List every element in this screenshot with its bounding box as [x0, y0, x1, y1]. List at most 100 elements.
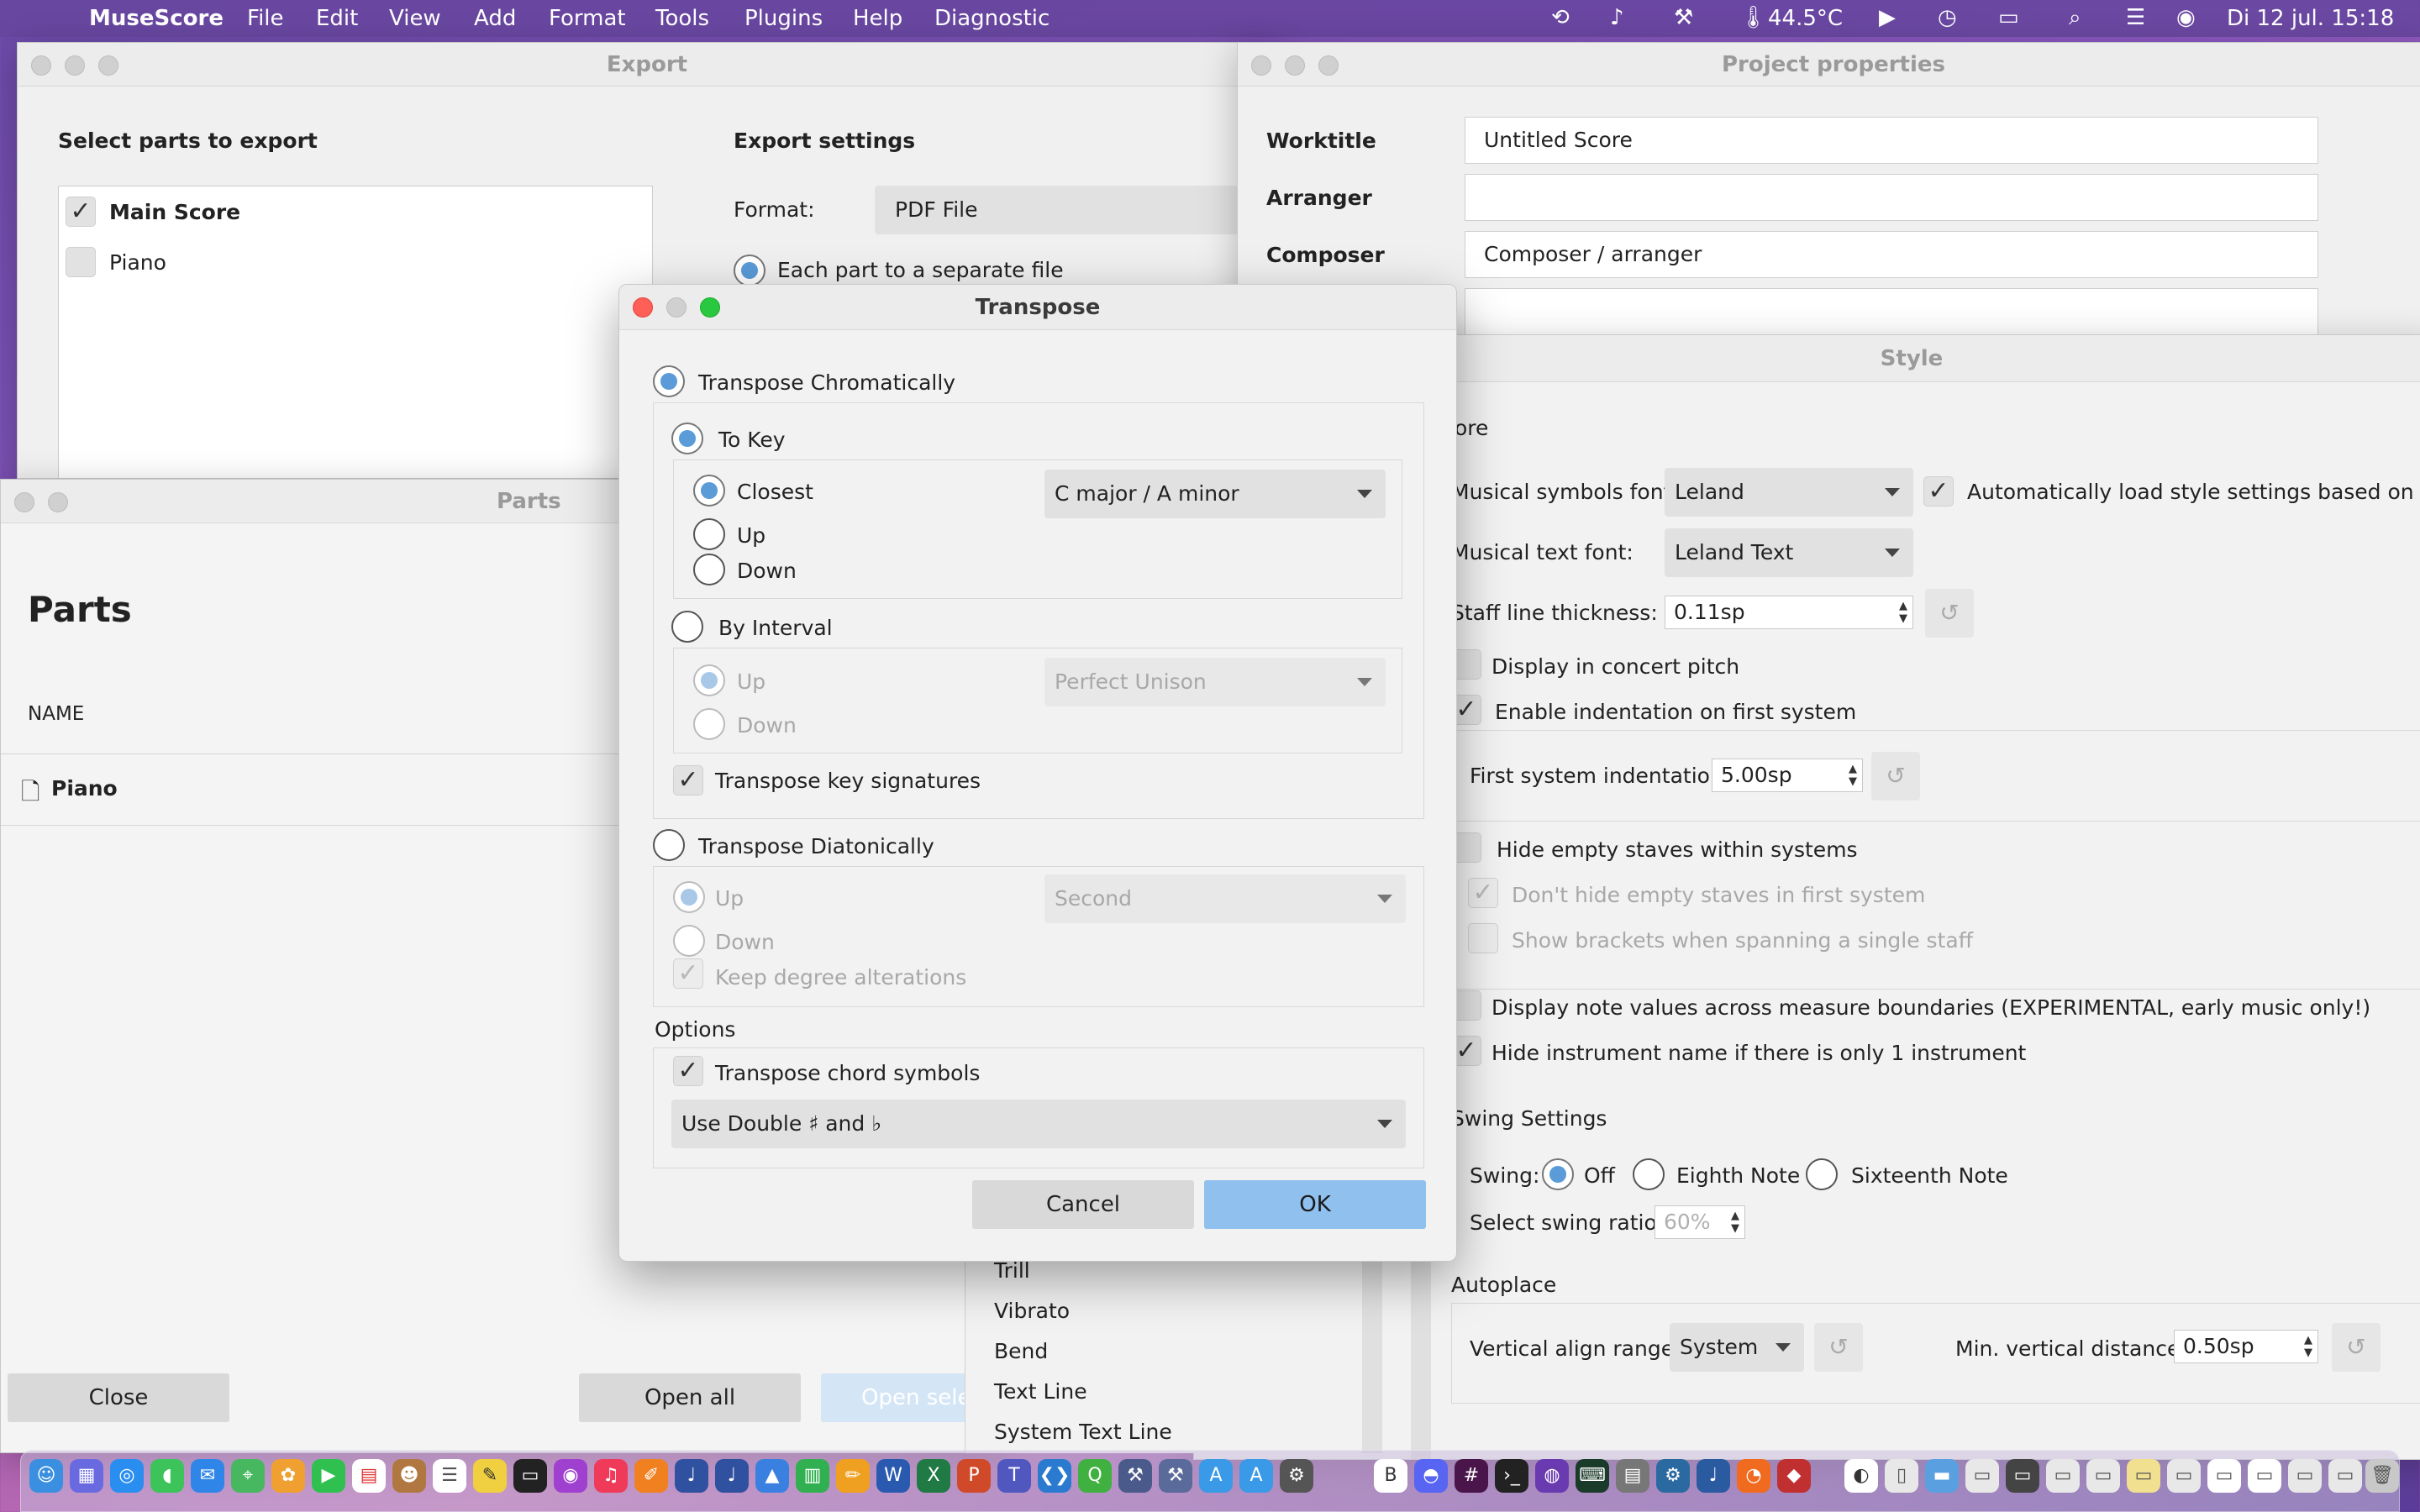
indentation-label[interactable]: Enable indentation on first system [1495, 700, 1856, 724]
maps-icon[interactable]: ⌖ [231, 1459, 265, 1493]
separate-file-radio[interactable] [734, 255, 765, 286]
list-scrollbar[interactable] [1362, 1252, 1382, 1453]
mail-icon[interactable]: ✉ [191, 1459, 224, 1493]
close-window-button[interactable] [1251, 55, 1271, 76]
reset-icon[interactable]: ↺ [2332, 1323, 2381, 1372]
arranger-field[interactable] [1465, 174, 2318, 221]
list-item[interactable]: Text Line [994, 1379, 1087, 1404]
cancel-button[interactable]: Cancel [972, 1180, 1194, 1229]
dont-hide-checkbox[interactable]: ✓ [1468, 878, 1498, 908]
keep-degree-label[interactable]: Keep degree alterations [715, 965, 966, 990]
backup-status-icon[interactable]: ⟲ [1551, 5, 1570, 30]
play-icon[interactable]: ▶ [1879, 5, 1896, 30]
reset-icon[interactable]: ↺ [1925, 589, 1974, 638]
app-store-alt-icon[interactable]: A [1239, 1459, 1273, 1493]
battery-icon[interactable]: ▭ [1998, 5, 2019, 30]
musescore-icon[interactable]: ♩ [675, 1459, 708, 1493]
window-thumbnail-icon[interactable]: ▭ [2328, 1459, 2362, 1493]
github-desktop-icon[interactable]: ◍ [1535, 1459, 1569, 1493]
menu-help[interactable]: Help [853, 6, 902, 31]
minimize-window-button[interactable] [48, 492, 68, 512]
photos-icon[interactable]: ✿ [271, 1459, 305, 1493]
console-icon[interactable]: ⌨ [1576, 1459, 1609, 1493]
list-item[interactable]: System Text Line [994, 1420, 1172, 1444]
hide-instrument-label[interactable]: Hide instrument name if there is only 1 … [1491, 1041, 2026, 1065]
keep-degree-checkbox[interactable]: ✓ [673, 958, 703, 989]
to-key-label[interactable]: To Key [718, 428, 786, 452]
tools-icon[interactable]: ⚒ [1674, 5, 1693, 30]
stepper-icon[interactable]: ▲ ▼ [1899, 600, 1907, 625]
piano-checkbox[interactable] [66, 247, 96, 277]
chromatic-label[interactable]: Transpose Chromatically [698, 370, 955, 395]
first-indentation-input[interactable]: 5.00sp ▲ ▼ [1712, 759, 1863, 792]
ok-button[interactable]: OK [1204, 1180, 1426, 1229]
swing-off-label[interactable]: Off [1584, 1163, 1615, 1188]
calendar-icon[interactable]: ▤ [352, 1459, 386, 1493]
part-name[interactable]: Piano [51, 776, 118, 801]
diatonic-up-radio[interactable] [673, 881, 705, 913]
musescore-alt-icon[interactable]: ♩ [715, 1459, 749, 1493]
swing-sixteenth-label[interactable]: Sixteenth Note [1851, 1163, 2008, 1188]
diatonic-label[interactable]: Transpose Diatonically [698, 834, 934, 858]
github-icon[interactable]: ◐ [1844, 1459, 1878, 1493]
window-thumbnail-icon[interactable]: ▭ [2248, 1459, 2281, 1493]
swing-sixteenth-radio[interactable] [1806, 1158, 1838, 1190]
swing-eighth-label[interactable]: Eighth Note [1676, 1163, 1800, 1188]
xcode-icon[interactable]: ⚒ [1118, 1459, 1152, 1493]
interval-up-radio[interactable] [693, 664, 725, 696]
list-item[interactable]: Vibrato [994, 1299, 1070, 1323]
notes-icon[interactable]: ✎ [473, 1459, 507, 1493]
diatonic-radio[interactable] [653, 829, 685, 861]
firefox-icon[interactable]: ◔ [1737, 1459, 1770, 1493]
terminal-icon[interactable]: ›_ [1495, 1459, 1528, 1493]
key-down-label[interactable]: Down [737, 559, 797, 583]
auto-load-checkbox[interactable]: ✓ [1923, 476, 1954, 507]
staff-line-thickness-input[interactable]: 0.11sp ▲ ▼ [1665, 596, 1913, 629]
thermometer-icon[interactable]: 🌡 [1739, 5, 1767, 30]
window-thumbnail-icon[interactable]: ▭ [2167, 1459, 2201, 1493]
chord-symbols-checkbox[interactable]: ✓ [673, 1056, 703, 1086]
hide-empty-label[interactable]: Hide empty staves within systems [1497, 837, 1858, 862]
key-signatures-checkbox[interactable]: ✓ [673, 765, 703, 795]
list-item[interactable]: Bend [994, 1339, 1048, 1363]
gear-icon[interactable]: ⚙ [1656, 1459, 1690, 1493]
zoom-window-button[interactable] [700, 297, 720, 318]
musescore-dev-icon[interactable]: ♩ [1697, 1459, 1730, 1493]
swing-eighth-radio[interactable] [1633, 1158, 1665, 1190]
main-score-label[interactable]: Main Score [109, 200, 240, 224]
show-brackets-label[interactable]: Show brackets when spanning a single sta… [1512, 928, 1973, 953]
app-menu[interactable]: MuseScore [89, 6, 224, 31]
diatonic-down-label[interactable]: Down [715, 930, 775, 954]
closest-label[interactable]: Closest [737, 480, 813, 504]
diatonic-down-radio[interactable] [673, 925, 705, 957]
key-signatures-label[interactable]: Transpose key signatures [715, 769, 981, 793]
document-icon[interactable]: ▯ [1885, 1459, 1918, 1493]
min-vertical-input[interactable]: 0.50sp ▲ ▼ [2174, 1330, 2318, 1363]
close-window-button[interactable] [31, 55, 51, 76]
by-interval-label[interactable]: By Interval [718, 616, 833, 640]
auto-load-label[interactable]: Automatically load style settings based … [1967, 480, 2420, 504]
figma-icon[interactable]: ◆ [1777, 1459, 1811, 1493]
zoom-window-button[interactable] [1318, 55, 1339, 76]
menu-view[interactable]: View [389, 6, 441, 31]
to-key-radio[interactable] [671, 423, 703, 454]
list-item[interactable]: Trill [994, 1258, 1030, 1283]
slack-icon[interactable]: # [1455, 1459, 1488, 1493]
finder-icon[interactable]: ☺ [29, 1459, 63, 1493]
reset-icon[interactable]: ↺ [1871, 752, 1920, 801]
separate-file-label[interactable]: Each part to a separate file [777, 258, 1064, 282]
open-all-button[interactable]: Open all [579, 1373, 801, 1422]
trash-icon[interactable]: 🗑 [2365, 1459, 2399, 1493]
menu-tools[interactable]: Tools [655, 6, 709, 31]
menu-plugins[interactable]: Plugins [744, 6, 823, 31]
window-thumbnail-icon[interactable]: ▭ [2207, 1459, 2241, 1493]
extra-field[interactable] [1465, 288, 2318, 335]
dont-hide-label[interactable]: Don't hide empty staves in first system [1512, 883, 1925, 907]
powerpoint-icon[interactable]: P [957, 1459, 991, 1493]
minimize-window-button[interactable] [65, 55, 85, 76]
minimize-window-button[interactable] [666, 297, 687, 318]
tv-icon[interactable]: ▭ [513, 1459, 547, 1493]
podcasts-icon[interactable]: ◉ [554, 1459, 587, 1493]
teams-icon[interactable]: T [997, 1459, 1031, 1493]
show-brackets-checkbox[interactable] [1468, 923, 1498, 953]
